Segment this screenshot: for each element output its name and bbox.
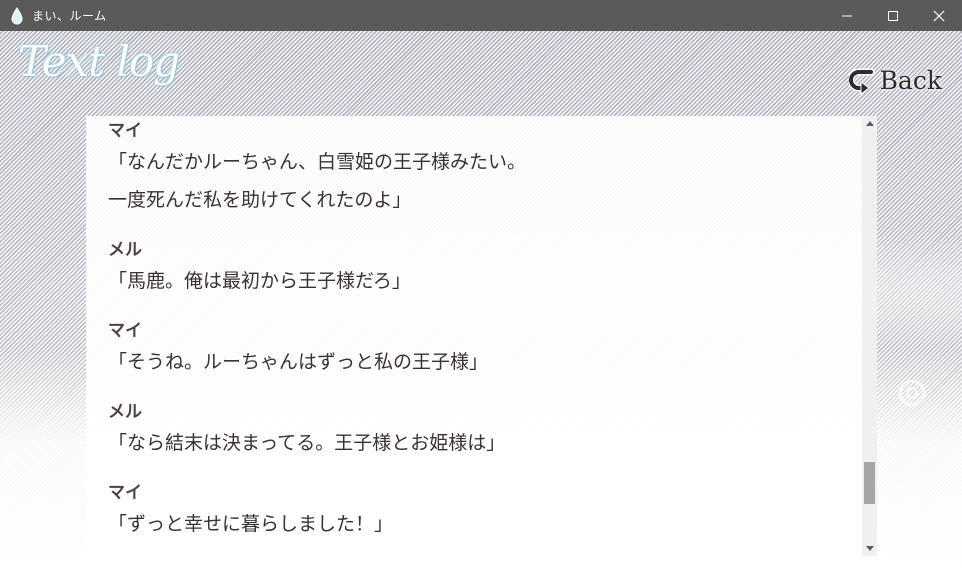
back-label: Back	[879, 66, 942, 95]
speaker-name: メル	[108, 240, 142, 260]
back-button[interactable]: Back	[847, 66, 942, 95]
speaker-name: メル	[108, 402, 142, 422]
dialogue-line: 「なら結末は決まってる。王子様とお姫様は」	[108, 432, 506, 454]
text-log-panel[interactable]: マイ 「なんだかルーちゃん、白雪姫の王子様みたい。 一度死んだ私を助けてくれたの…	[86, 116, 877, 556]
speaker-name: マイ	[108, 483, 142, 503]
minimize-icon	[842, 15, 852, 16]
speaker-name: マイ	[108, 121, 142, 141]
dialogue-line: 一度死んだ私を助けてくれたのよ」	[108, 189, 412, 211]
log-entry[interactable]: マイ 「なんだかルーちゃん、白雪姫の王子様みたい。 一度死んだ私を助けてくれたの…	[108, 120, 847, 218]
dialogue-line: 「そうね。ルーちゃんはずっと私の王子様」	[108, 351, 489, 373]
close-icon	[933, 10, 945, 21]
log-entry[interactable]: メル 「馬鹿。俺は最初から王子様だろ」	[108, 239, 847, 299]
log-list: マイ 「なんだかルーちゃん、白雪姫の王子様みたい。 一度死んだ私を助けてくれたの…	[108, 120, 847, 556]
window-titlebar[interactable]: まい、ルーム	[0, 0, 962, 31]
water-drop-icon	[10, 6, 24, 25]
triangle-down-icon	[865, 546, 874, 551]
return-arrow-icon	[847, 67, 877, 95]
log-entry[interactable]: マイ 「そうね。ルーちゃんはずっと私の王子様」	[108, 320, 847, 380]
gear-icon	[896, 377, 928, 409]
dialogue-line: 「馬鹿。俺は最初から王子様だろ」	[108, 270, 411, 292]
scroll-thumb[interactable]	[864, 462, 875, 504]
log-entry[interactable]: メル 「なら結末は決まってる。王子様とお姫様は」	[108, 401, 847, 461]
maximize-icon	[888, 10, 898, 21]
screen-title: Text log	[18, 37, 180, 86]
log-scrollbar[interactable]	[862, 116, 877, 556]
dialogue-line: 「なんだかルーちゃん、白雪姫の王子様みたい。	[108, 151, 527, 173]
speaker-name: マイ	[108, 321, 142, 341]
triangle-up-icon	[865, 121, 874, 126]
minimize-button[interactable]	[824, 0, 870, 31]
log-entry[interactable]: マイ 「ずっと幸せに暮らしました！」	[108, 482, 847, 542]
scroll-down-button[interactable]	[862, 541, 877, 556]
maximize-button[interactable]	[870, 0, 916, 31]
game-screen: Text log Back マイ 「なんだかルーちゃん、白雪姫の王子様みたい。 …	[0, 31, 962, 572]
window-title: まい、ルーム	[32, 9, 107, 23]
dialogue-line: 「ずっと幸せに暮らしました！」	[108, 513, 394, 535]
close-button[interactable]	[916, 0, 962, 31]
scroll-up-button[interactable]	[862, 116, 877, 131]
